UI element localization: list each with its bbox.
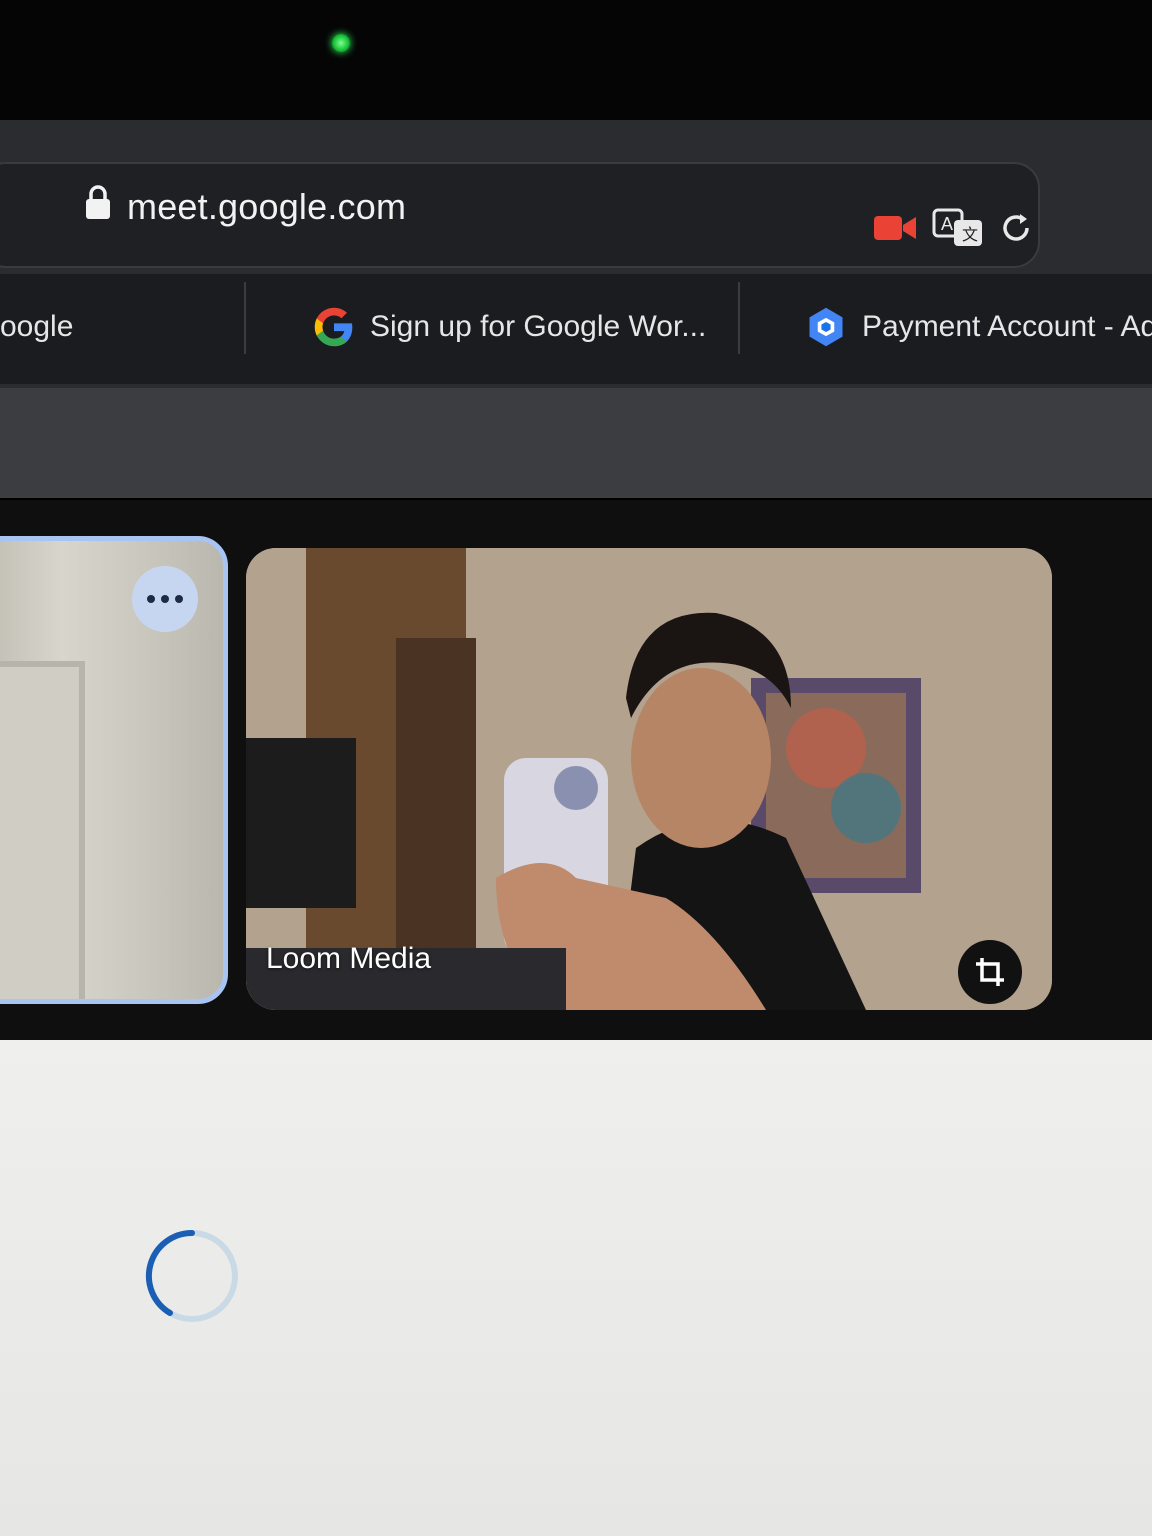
tab-divider <box>738 282 740 354</box>
address-bar-icons: A 文 <box>872 208 1034 248</box>
cloud-hex-icon <box>809 307 843 347</box>
camera-in-use-icon[interactable] <box>872 213 918 243</box>
participant-name-label: Loom Media <box>266 942 432 975</box>
dot <box>161 595 169 603</box>
webcam-led-indicator <box>332 34 350 52</box>
svg-text:文: 文 <box>962 226 978 244</box>
video-background <box>0 661 85 999</box>
tab-payment-account[interactable]: Payment Account - Ad <box>804 290 1152 364</box>
tab-divider <box>244 282 246 354</box>
translate-icon[interactable]: A 文 <box>932 208 984 248</box>
monitor-bezel <box>0 0 1152 140</box>
tab-label: Payment Account - Ad <box>862 310 1152 343</box>
participant-tile-main[interactable] <box>246 548 1052 1010</box>
tab-google[interactable]: oogle <box>0 290 220 364</box>
url-text[interactable]: meet.google.com <box>127 186 406 228</box>
more-options-icon[interactable] <box>132 566 198 632</box>
dot <box>175 595 183 603</box>
browser-toolbar-area <box>0 388 1152 498</box>
tab-label: Sign up for Google Wor... <box>370 310 707 343</box>
tab-sign-up-google-workspace[interactable]: Sign up for Google Wor... <box>312 290 722 364</box>
reload-icon[interactable] <box>998 210 1034 246</box>
frame-crop-icon[interactable] <box>958 940 1022 1004</box>
google-g-icon <box>314 307 353 347</box>
participant-video-feed <box>246 548 1052 1010</box>
tab-label: oogle <box>0 310 74 343</box>
dot <box>147 595 155 603</box>
svg-text:A: A <box>941 214 953 234</box>
crop-glyph <box>976 958 1004 986</box>
lock-icon <box>86 185 110 219</box>
loading-spinner-icon <box>145 1229 238 1322</box>
